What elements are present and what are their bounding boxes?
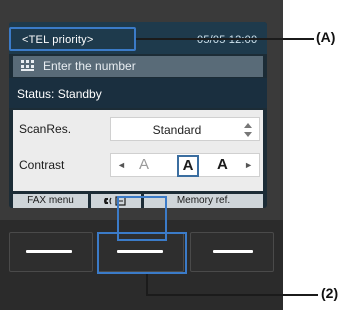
button-bar: [213, 250, 253, 253]
contrast-selected-option[interactable]: A: [177, 155, 199, 177]
fax-menu-function[interactable]: FAX menu: [13, 194, 88, 208]
status-text: Status: Standby: [17, 87, 102, 101]
callout-label-a: (A): [316, 29, 336, 45]
callout-box-2-lower: [97, 232, 187, 274]
up-down-arrows-icon: [244, 123, 252, 137]
scan-resolution-value: Standard: [152, 123, 202, 137]
enter-number-prompt: Enter the number: [43, 59, 136, 73]
contrast-dark-option[interactable]: A: [217, 156, 228, 173]
keypad-icon: [21, 60, 34, 71]
settings-panel: ScanRes. Standard Contrast ◄ A A A ►: [13, 110, 263, 191]
contrast-selector[interactable]: ◄ A A A ►: [110, 153, 260, 177]
callout-label-2: (2): [321, 285, 339, 301]
left-arrow-icon[interactable]: ◄: [117, 160, 126, 170]
scan-resolution-select[interactable]: Standard: [110, 117, 260, 141]
scan-resolution-label: ScanRes.: [19, 122, 72, 136]
button-bar: [26, 250, 72, 253]
contrast-label: Contrast: [19, 158, 65, 172]
callout-box-a: [9, 27, 136, 51]
leader-line-a: [136, 38, 314, 40]
contrast-light-option[interactable]: A: [139, 156, 149, 173]
scan-resolution-row: ScanRes. Standard: [13, 114, 263, 144]
datetime-display: 05/05 12:00: [197, 34, 258, 46]
number-entry-field[interactable]: Enter the number: [13, 56, 263, 77]
left-function-button[interactable]: [9, 232, 93, 272]
leader-line-2-vertical: [146, 274, 148, 296]
status-row: Status: Standby: [9, 78, 267, 108]
right-arrow-icon[interactable]: ►: [244, 160, 253, 170]
contrast-row: Contrast ◄ A A A ►: [13, 150, 263, 180]
leader-line-2-horizontal: [146, 294, 318, 296]
right-function-button[interactable]: [190, 232, 274, 272]
